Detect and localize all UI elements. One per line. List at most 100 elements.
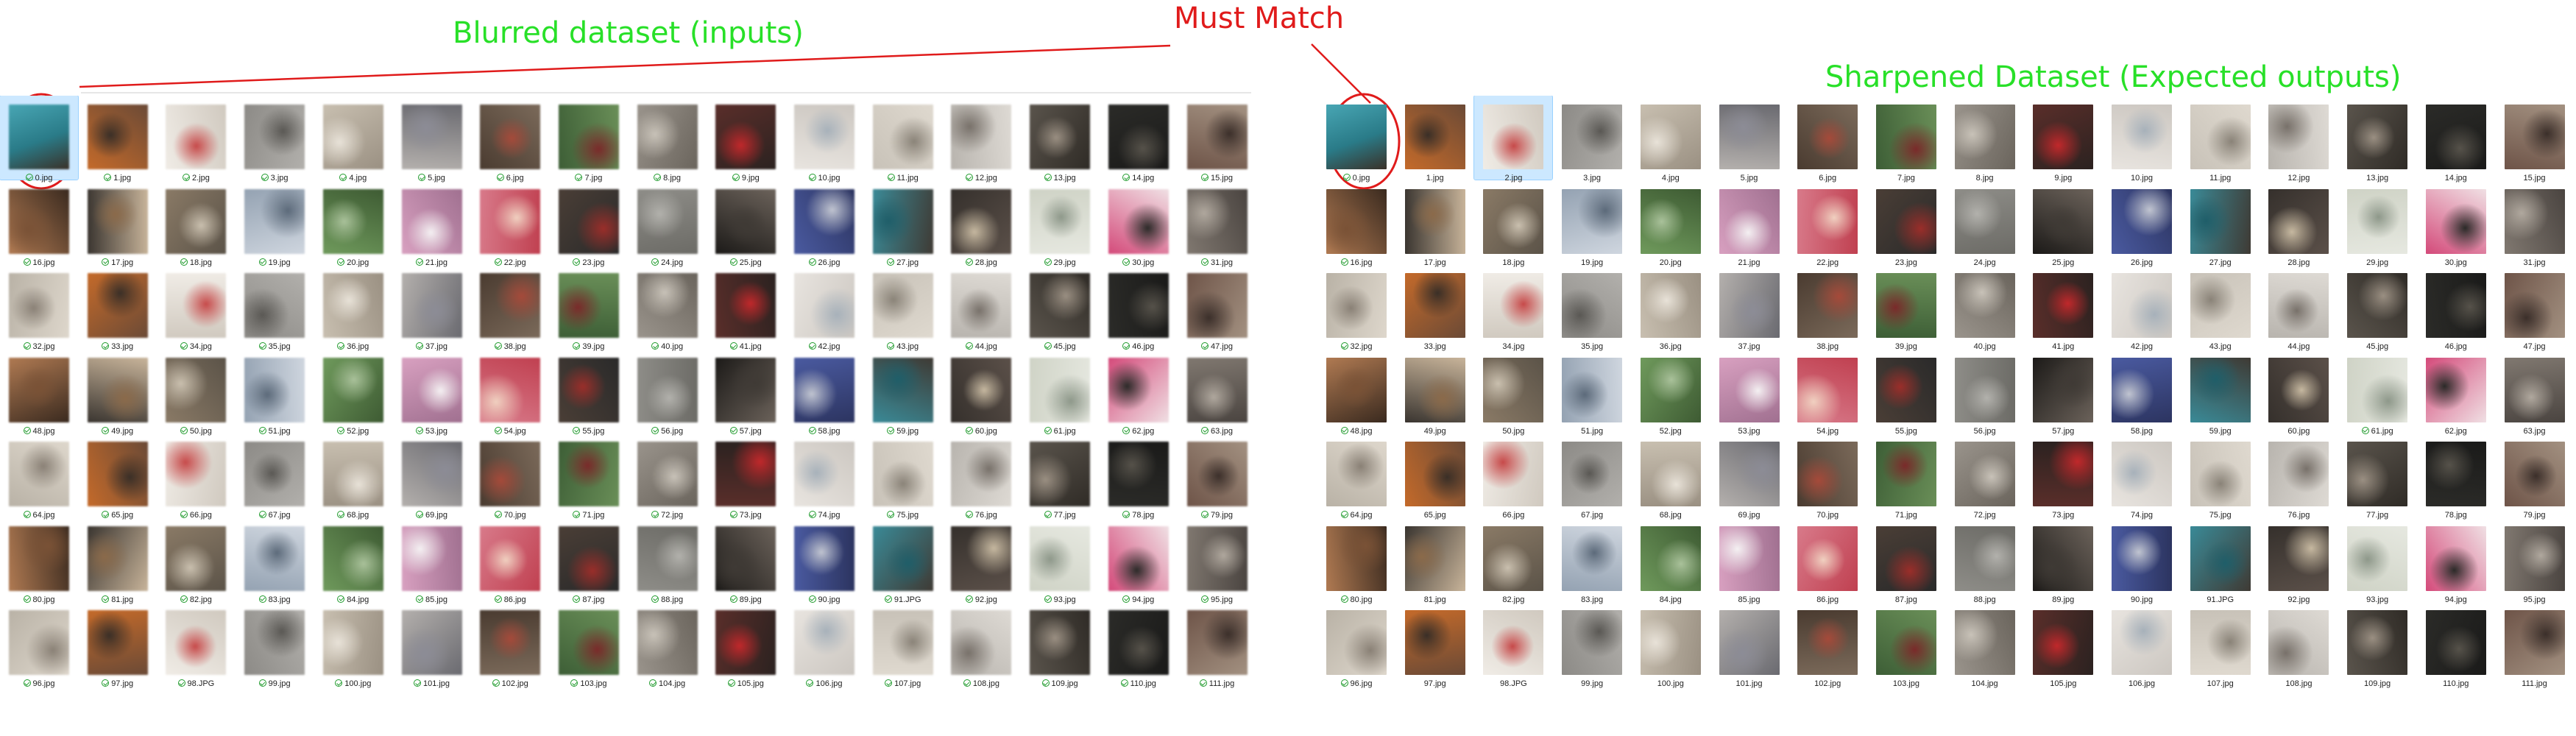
file-tile[interactable]: 44.jpg bbox=[942, 264, 1020, 351]
file-tile[interactable]: 48.jpg bbox=[0, 349, 78, 436]
file-tile[interactable]: 56.jpg bbox=[1946, 349, 2024, 436]
file-tile[interactable]: 60.jpg bbox=[2260, 349, 2338, 436]
file-tile[interactable]: 70.jpg bbox=[1788, 433, 1866, 520]
file-tile[interactable]: 64.jpg bbox=[1317, 433, 1395, 520]
file-tile[interactable]: 23.jpg bbox=[550, 180, 628, 267]
file-tile[interactable]: 55.jpg bbox=[1867, 349, 1945, 436]
file-tile[interactable]: 29.jpg bbox=[2338, 180, 2416, 267]
file-tile[interactable]: 49.jpg bbox=[79, 349, 157, 436]
file-tile[interactable]: 46.jpg bbox=[2417, 264, 2495, 351]
file-tile[interactable]: 43.jpg bbox=[2182, 264, 2260, 351]
file-tile[interactable]: 51.jpg bbox=[1553, 349, 1631, 436]
file-tile[interactable]: 75.jpg bbox=[864, 433, 942, 520]
file-tile[interactable]: 42.jpg bbox=[785, 264, 863, 351]
file-tile[interactable]: 57.jpg bbox=[707, 349, 785, 436]
file-tile[interactable]: 71.jpg bbox=[1867, 433, 1945, 520]
file-tile[interactable]: 75.jpg bbox=[2182, 433, 2260, 520]
file-tile[interactable]: 56.jpg bbox=[629, 349, 707, 436]
file-tile[interactable]: 72.jpg bbox=[629, 433, 707, 520]
file-tile[interactable]: 26.jpg bbox=[785, 180, 863, 267]
file-tile[interactable]: 110.jpg bbox=[2417, 601, 2495, 688]
file-tile[interactable]: 1.jpg bbox=[1396, 96, 1474, 183]
file-tile[interactable]: 80.jpg bbox=[1317, 517, 1395, 604]
file-tile[interactable]: 9.jpg bbox=[707, 96, 785, 183]
file-tile[interactable]: 100.jpg bbox=[314, 601, 392, 688]
file-tile[interactable]: 100.jpg bbox=[1632, 601, 1710, 688]
file-tile[interactable]: 78.jpg bbox=[2417, 433, 2495, 520]
file-tile[interactable]: 49.jpg bbox=[1396, 349, 1474, 436]
file-tile[interactable]: 86.jpg bbox=[1788, 517, 1866, 604]
file-tile[interactable]: 27.jpg bbox=[864, 180, 942, 267]
file-tile[interactable]: 63.jpg bbox=[1178, 349, 1256, 436]
file-tile[interactable]: 20.jpg bbox=[314, 180, 392, 267]
file-tile[interactable]: 18.jpg bbox=[157, 180, 235, 267]
file-tile[interactable]: 24.jpg bbox=[629, 180, 707, 267]
file-tile[interactable]: 19.jpg bbox=[236, 180, 314, 267]
file-tile[interactable]: 98.JPG bbox=[1474, 601, 1552, 688]
file-tile[interactable]: 14.jpg bbox=[1100, 96, 1178, 183]
file-tile[interactable]: 33.jpg bbox=[79, 264, 157, 351]
file-tile[interactable]: 92.jpg bbox=[2260, 517, 2338, 604]
file-tile[interactable]: 109.jpg bbox=[1021, 601, 1099, 688]
file-tile[interactable]: 31.jpg bbox=[2496, 180, 2574, 267]
file-tile[interactable]: 32.jpg bbox=[0, 264, 78, 351]
file-tile[interactable]: 40.jpg bbox=[629, 264, 707, 351]
file-tile[interactable]: 11.jpg bbox=[864, 96, 942, 183]
file-tile[interactable]: 25.jpg bbox=[2024, 180, 2102, 267]
file-tile[interactable]: 2.jpg bbox=[157, 96, 235, 183]
file-tile[interactable]: 84.jpg bbox=[1632, 517, 1710, 604]
file-tile[interactable]: 3.jpg bbox=[236, 96, 314, 183]
file-tile[interactable]: 25.jpg bbox=[707, 180, 785, 267]
file-tile[interactable]: 111.jpg bbox=[2496, 601, 2574, 688]
file-tile[interactable]: 62.jpg bbox=[1100, 349, 1178, 436]
file-tile[interactable]: 6.jpg bbox=[471, 96, 549, 183]
file-tile[interactable]: 16.jpg bbox=[0, 180, 78, 267]
file-tile[interactable]: 60.jpg bbox=[942, 349, 1020, 436]
file-tile[interactable]: 94.jpg bbox=[1100, 517, 1178, 604]
file-tile[interactable]: 69.jpg bbox=[1710, 433, 1788, 520]
file-tile[interactable]: 73.jpg bbox=[707, 433, 785, 520]
file-tile[interactable]: 45.jpg bbox=[1021, 264, 1099, 351]
file-tile[interactable]: 61.jpg bbox=[1021, 349, 1099, 436]
file-tile[interactable]: 34.jpg bbox=[1474, 264, 1552, 351]
file-tile[interactable]: 82.jpg bbox=[157, 517, 235, 604]
file-tile[interactable]: 94.jpg bbox=[2417, 517, 2495, 604]
file-tile[interactable]: 87.jpg bbox=[550, 517, 628, 604]
file-tile[interactable]: 52.jpg bbox=[1632, 349, 1710, 436]
file-tile[interactable]: 70.jpg bbox=[471, 433, 549, 520]
file-tile[interactable]: 96.jpg bbox=[0, 601, 78, 688]
file-tile[interactable]: 59.jpg bbox=[2182, 349, 2260, 436]
file-tile[interactable]: 46.jpg bbox=[1100, 264, 1178, 351]
file-tile[interactable]: 98.JPG bbox=[157, 601, 235, 688]
file-tile[interactable]: 45.jpg bbox=[2338, 264, 2416, 351]
blurred-dataset-pane[interactable]: 0.jpg 1.jpg 2.jpg 3.jpg 4.jpg 5.jpg 6.jpg 7.jpg… bbox=[0, 96, 1259, 736]
file-tile[interactable]: 33.jpg bbox=[1396, 264, 1474, 351]
file-tile[interactable]: 28.jpg bbox=[942, 180, 1020, 267]
file-tile[interactable]: 29.jpg bbox=[1021, 180, 1099, 267]
file-tile[interactable]: 8.jpg bbox=[1946, 96, 2024, 183]
file-tile[interactable]: 27.jpg bbox=[2182, 180, 2260, 267]
file-tile[interactable]: 11.jpg bbox=[2182, 96, 2260, 183]
file-tile[interactable]: 13.jpg bbox=[1021, 96, 1099, 183]
file-tile[interactable]: 17.jpg bbox=[1396, 180, 1474, 267]
file-tile[interactable]: 95.jpg bbox=[1178, 517, 1256, 604]
file-tile[interactable]: 9.jpg bbox=[2024, 96, 2102, 183]
file-tile[interactable]: 91.JPG bbox=[2182, 517, 2260, 604]
file-tile[interactable]: 36.jpg bbox=[1632, 264, 1710, 351]
file-tile[interactable]: 38.jpg bbox=[471, 264, 549, 351]
file-tile[interactable]: 65.jpg bbox=[1396, 433, 1474, 520]
file-tile[interactable]: 84.jpg bbox=[314, 517, 392, 604]
file-tile[interactable]: 104.jpg bbox=[629, 601, 707, 688]
file-tile[interactable]: 53.jpg bbox=[393, 349, 471, 436]
file-tile[interactable]: 76.jpg bbox=[2260, 433, 2338, 520]
file-tile[interactable]: 83.jpg bbox=[236, 517, 314, 604]
file-tile[interactable]: 40.jpg bbox=[1946, 264, 2024, 351]
file-tile[interactable]: 54.jpg bbox=[1788, 349, 1866, 436]
file-tile[interactable]: 111.jpg bbox=[1178, 601, 1256, 688]
file-tile[interactable]: 52.jpg bbox=[314, 349, 392, 436]
file-tile[interactable]: 16.jpg bbox=[1317, 180, 1395, 267]
file-tile[interactable]: 105.jpg bbox=[2024, 601, 2102, 688]
file-tile[interactable]: 102.jpg bbox=[1788, 601, 1866, 688]
file-tile[interactable]: 103.jpg bbox=[1867, 601, 1945, 688]
file-tile[interactable]: 96.jpg bbox=[1317, 601, 1395, 688]
